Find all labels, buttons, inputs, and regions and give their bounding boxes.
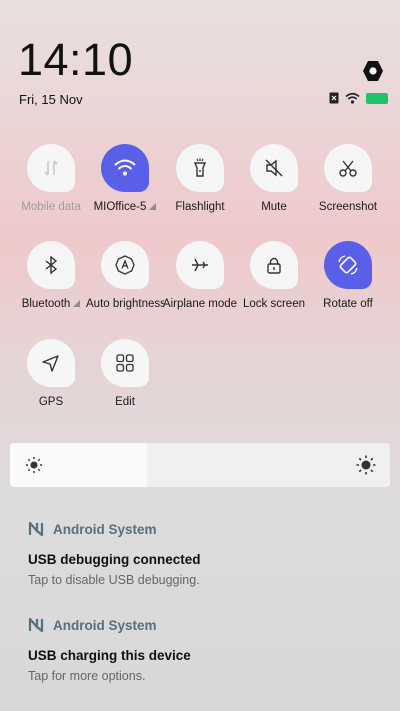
tile-gps[interactable]: GPS	[12, 339, 90, 410]
sun-large-icon	[356, 455, 376, 475]
tile-rotate[interactable]: Rotate off	[309, 241, 387, 312]
date[interactable]: Fri, 15 Nov	[19, 92, 83, 107]
wifi-icon	[345, 92, 360, 104]
tile-airplane-mode[interactable]: Airplane mode	[161, 241, 239, 312]
tile-lock-screen-button[interactable]	[250, 241, 298, 289]
battery-icon	[366, 92, 388, 104]
tile-bluetooth-button[interactable]	[27, 241, 75, 289]
tile-auto-brightness-button[interactable]	[101, 241, 149, 289]
sim-off-icon	[329, 92, 339, 104]
lock-icon	[267, 257, 281, 274]
tile-label: Rotate off	[323, 298, 373, 310]
gear-icon	[363, 61, 383, 81]
brightness-slider[interactable]	[10, 443, 390, 487]
tile-lock-screen[interactable]: Lock screen	[235, 241, 313, 312]
tile-label: Bluetooth	[12, 297, 90, 312]
airplane-icon	[192, 258, 208, 272]
tile-gps-button[interactable]	[27, 339, 75, 387]
tile-label: Mute	[261, 201, 287, 213]
settings-button[interactable]	[361, 59, 385, 83]
tile-auto-brightness[interactable]: Auto brightness	[86, 241, 164, 312]
tile-airplane-mode-button[interactable]	[176, 241, 224, 289]
tile-flashlight[interactable]: Flashlight	[161, 144, 239, 215]
notification-header: Android System	[28, 616, 378, 634]
tile-label: Mobile data	[21, 201, 81, 213]
tile-mute[interactable]: Mute	[235, 144, 313, 215]
grid-icon	[116, 354, 134, 372]
status-icons	[329, 91, 388, 105]
tile-label: MIOffice-5	[86, 200, 164, 215]
android-system-icon	[28, 617, 44, 633]
notification-app-name: Android System	[53, 521, 157, 537]
tile-label: Screenshot	[318, 201, 378, 213]
tile-flashlight-button[interactable]	[176, 144, 224, 192]
tile-mobile-data-button[interactable]	[27, 144, 75, 192]
wifi-icon	[114, 159, 136, 176]
flashlight-icon	[193, 158, 207, 177]
tile-label: Auto brightness	[86, 298, 164, 310]
scissors-icon	[339, 160, 357, 177]
dropdown-triangle-icon	[73, 300, 81, 307]
notification-header: Android System	[28, 520, 378, 538]
tile-screenshot[interactable]: Screenshot	[309, 144, 387, 215]
clock[interactable]: 14:10	[18, 36, 133, 84]
dropdown-triangle-icon	[149, 203, 157, 210]
auto-brightness-icon	[115, 255, 135, 275]
tile-screenshot-button[interactable]	[324, 144, 372, 192]
bluetooth-icon	[45, 255, 58, 275]
rotate-icon	[338, 255, 358, 275]
tile-mobile-data[interactable]: Mobile data	[12, 144, 90, 215]
location-icon	[42, 355, 59, 372]
tile-label: Airplane mode	[162, 298, 238, 310]
tile-label: Edit	[115, 396, 135, 408]
notification-title: USB charging this device	[28, 648, 191, 663]
tile-rotate-button[interactable]	[324, 241, 372, 289]
tile-edit[interactable]: Edit	[86, 339, 164, 410]
tile-label: GPS	[38, 396, 64, 408]
mute-icon	[265, 159, 283, 177]
tile-edit-button[interactable]	[101, 339, 149, 387]
tile-mute-button[interactable]	[250, 144, 298, 192]
notification-text: Tap for more options.	[28, 669, 146, 683]
tile-bluetooth[interactable]: Bluetooth	[12, 241, 90, 312]
notification-usb-charging[interactable]: Android System USB charging this device …	[28, 616, 378, 684]
android-system-icon	[28, 521, 44, 537]
notification-app-name: Android System	[53, 617, 157, 633]
tile-label: Lock screen	[242, 298, 305, 310]
sun-small-icon	[26, 457, 42, 473]
tile-label: Flashlight	[175, 201, 225, 213]
mobile-data-icon	[44, 160, 58, 176]
notification-title: USB debugging connected	[28, 552, 201, 567]
notification-text: Tap to disable USB debugging.	[28, 573, 200, 587]
notification-usb-debugging[interactable]: Android System USB debugging connected T…	[28, 520, 378, 588]
tile-wifi[interactable]: MIOffice-5	[86, 144, 164, 215]
tile-wifi-button[interactable]	[101, 144, 149, 192]
